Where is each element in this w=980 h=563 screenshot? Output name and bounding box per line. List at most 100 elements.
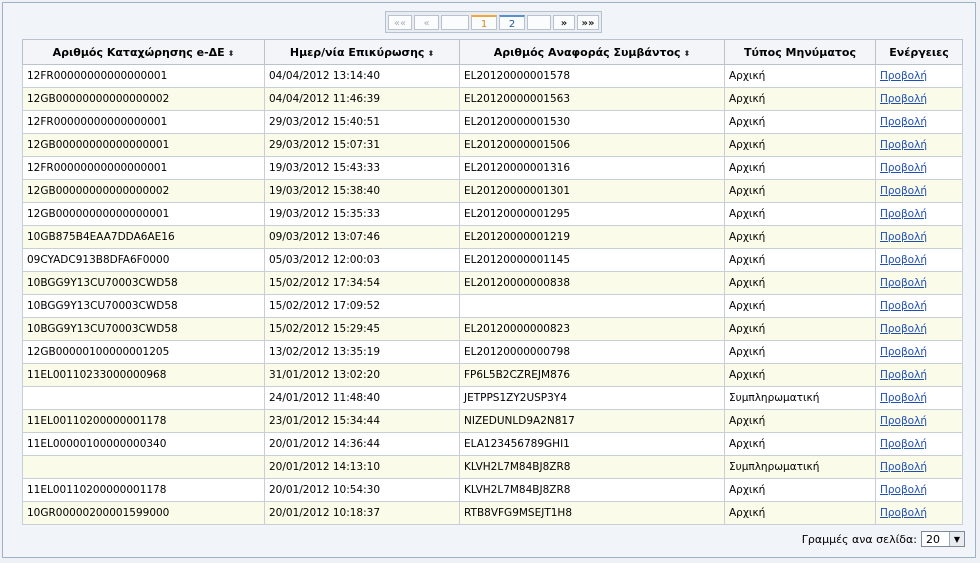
cell-actions: Προβολή bbox=[875, 87, 963, 111]
cell-message-type: Αρχική bbox=[724, 248, 876, 272]
cell-event-reference: EL20120000000823 bbox=[459, 317, 725, 341]
cell-validation-date: 04/04/2012 11:46:39 bbox=[264, 87, 460, 111]
last-page-button[interactable]: »» bbox=[577, 14, 599, 30]
cell-actions: Προβολή bbox=[875, 432, 963, 456]
cell-registration-number: 11EL00110200000001178 bbox=[22, 478, 265, 502]
cell-validation-date: 09/03/2012 13:07:46 bbox=[264, 225, 460, 249]
cell-message-type: Αρχική bbox=[724, 409, 876, 433]
table-header-row: Αριθμός Καταχώρησης e-ΔΕ ⬍ Ημερ/νία Επικύ… bbox=[22, 39, 963, 65]
table-body: 12FR00000000000000001 04/04/2012 13:14:40… bbox=[22, 64, 963, 525]
cell-validation-date: 20/01/2012 10:54:30 bbox=[264, 478, 460, 502]
column-header-registration-number[interactable]: Αριθμός Καταχώρησης e-ΔΕ ⬍ bbox=[22, 39, 265, 65]
cell-event-reference: JETPPS1ZY2USP3Y4 bbox=[459, 386, 725, 410]
cell-registration-number: 11EL00110233000000968 bbox=[22, 363, 265, 387]
cell-registration-number: 10BGG9Y13CU70003CWD58 bbox=[22, 317, 265, 341]
cell-message-type: Αρχική bbox=[724, 294, 876, 318]
cell-event-reference: EL20120000000798 bbox=[459, 340, 725, 364]
table-row: 11EL00110200000001178 20/01/2012 10:54:30… bbox=[22, 478, 963, 502]
view-link[interactable]: Προβολή bbox=[880, 461, 927, 473]
sort-icon: ⬍ bbox=[427, 48, 435, 58]
page-1-button[interactable]: 1 bbox=[471, 14, 497, 30]
view-link[interactable]: Προβολή bbox=[880, 231, 927, 243]
cell-validation-date: 05/03/2012 12:00:03 bbox=[264, 248, 460, 272]
view-link[interactable]: Προβολή bbox=[880, 323, 927, 335]
view-link[interactable]: Προβολή bbox=[880, 438, 927, 450]
cell-message-type: Αρχική bbox=[724, 156, 876, 180]
cell-actions: Προβολή bbox=[875, 64, 963, 88]
cell-validation-date: 19/03/2012 15:43:33 bbox=[264, 156, 460, 180]
cell-event-reference: EL20120000001219 bbox=[459, 225, 725, 249]
next-page-button[interactable]: » bbox=[553, 14, 575, 30]
table-row: 12FR00000000000000001 19/03/2012 15:43:33… bbox=[22, 156, 963, 180]
pager-spacer bbox=[441, 14, 469, 30]
cell-validation-date: 15/02/2012 17:34:54 bbox=[264, 271, 460, 295]
table-row: 12GB00000000000000001 19/03/2012 15:35:33… bbox=[22, 202, 963, 226]
view-link[interactable]: Προβολή bbox=[880, 415, 927, 427]
view-link[interactable]: Προβολή bbox=[880, 507, 927, 519]
cell-actions: Προβολή bbox=[875, 386, 963, 410]
cell-validation-date: 15/02/2012 15:29:45 bbox=[264, 317, 460, 341]
cell-validation-date: 20/01/2012 14:36:44 bbox=[264, 432, 460, 456]
cell-validation-date: 29/03/2012 15:40:51 bbox=[264, 110, 460, 134]
cell-registration-number: 12FR00000000000000001 bbox=[22, 156, 265, 180]
cell-registration-number: 12FR00000000000000001 bbox=[22, 64, 265, 88]
page-2-button[interactable]: 2 bbox=[499, 14, 525, 30]
cell-event-reference: EL20120000001145 bbox=[459, 248, 725, 272]
cell-actions: Προβολή bbox=[875, 271, 963, 295]
rows-per-page-select[interactable]: 20 ▼ bbox=[921, 531, 965, 547]
prev-page-button[interactable]: « bbox=[414, 14, 439, 30]
view-link[interactable]: Προβολή bbox=[880, 254, 927, 266]
view-link[interactable]: Προβολή bbox=[880, 369, 927, 381]
sort-icon: ⬍ bbox=[683, 48, 691, 58]
table-row: 11EL00110233000000968 31/01/2012 13:02:20… bbox=[22, 363, 963, 387]
cell-actions: Προβολή bbox=[875, 179, 963, 203]
cell-registration-number: 10BGG9Y13CU70003CWD58 bbox=[22, 271, 265, 295]
cell-registration-number: 12GB00000000000000001 bbox=[22, 202, 265, 226]
cell-event-reference: EL20120000000838 bbox=[459, 271, 725, 295]
first-page-button[interactable]: «« bbox=[388, 14, 412, 30]
cell-validation-date: 20/01/2012 14:13:10 bbox=[264, 455, 460, 479]
cell-actions: Προβολή bbox=[875, 501, 963, 525]
view-link[interactable]: Προβολή bbox=[880, 346, 927, 358]
cell-event-reference: KLVH2L7M84BJ8ZR8 bbox=[459, 478, 725, 502]
view-link[interactable]: Προβολή bbox=[880, 484, 927, 496]
column-header-event-reference[interactable]: Αριθμός Αναφοράς Συμβάντος ⬍ bbox=[459, 39, 725, 65]
cell-actions: Προβολή bbox=[875, 202, 963, 226]
view-link[interactable]: Προβολή bbox=[880, 277, 927, 289]
cell-message-type: Συμπληρωματική bbox=[724, 455, 876, 479]
cell-validation-date: 20/01/2012 10:18:37 bbox=[264, 501, 460, 525]
cell-message-type: Αρχική bbox=[724, 179, 876, 203]
cell-message-type: Αρχική bbox=[724, 271, 876, 295]
view-link[interactable]: Προβολή bbox=[880, 70, 927, 82]
table-row: 10GB875B4EAA7DDA6AE16 09/03/2012 13:07:46… bbox=[22, 225, 963, 249]
pager-spacer bbox=[527, 14, 551, 30]
cell-validation-date: 04/04/2012 13:14:40 bbox=[264, 64, 460, 88]
table-row: 12GB00000100000001205 13/02/2012 13:35:19… bbox=[22, 340, 963, 364]
view-link[interactable]: Προβολή bbox=[880, 93, 927, 105]
view-link[interactable]: Προβολή bbox=[880, 392, 927, 404]
table-row: 10BGG9Y13CU70003CWD58 15/02/2012 15:29:45… bbox=[22, 317, 963, 341]
cell-registration-number: 12GB00000000000000002 bbox=[22, 87, 265, 111]
cell-registration-number bbox=[22, 455, 265, 479]
view-link[interactable]: Προβολή bbox=[880, 208, 927, 220]
table-row: 11EL00000100000000340 20/01/2012 14:36:44… bbox=[22, 432, 963, 456]
results-panel: «« « 1 2 » »» Αριθμός Καταχώρησης e-ΔΕ ⬍ … bbox=[2, 2, 976, 558]
rows-per-page-label: Γραμμές ανα σελίδα: bbox=[801, 532, 917, 546]
cell-event-reference: KLVH2L7M84BJ8ZR8 bbox=[459, 455, 725, 479]
view-link[interactable]: Προβολή bbox=[880, 116, 927, 128]
cell-message-type: Αρχική bbox=[724, 432, 876, 456]
table-row: 10BGG9Y13CU70003CWD58 15/02/2012 17:09:52… bbox=[22, 294, 963, 318]
view-link[interactable]: Προβολή bbox=[880, 162, 927, 174]
cell-event-reference: EL20120000001295 bbox=[459, 202, 725, 226]
view-link[interactable]: Προβολή bbox=[880, 139, 927, 151]
cell-event-reference: EL20120000001301 bbox=[459, 179, 725, 203]
column-header-validation-date[interactable]: Ημερ/νία Επικύρωσης ⬍ bbox=[264, 39, 460, 65]
cell-registration-number: 09CYADC913B8DFA6F0000 bbox=[22, 248, 265, 272]
cell-event-reference bbox=[459, 294, 725, 318]
cell-event-reference: EL20120000001530 bbox=[459, 110, 725, 134]
view-link[interactable]: Προβολή bbox=[880, 185, 927, 197]
view-link[interactable]: Προβολή bbox=[880, 300, 927, 312]
cell-registration-number: 12FR00000000000000001 bbox=[22, 110, 265, 134]
table-row: 20/01/2012 14:13:10 KLVH2L7M84BJ8ZR8 Συμπλ… bbox=[22, 455, 963, 479]
table-row: 24/01/2012 11:48:40 JETPPS1ZY2USP3Y4 Συμπλ… bbox=[22, 386, 963, 410]
